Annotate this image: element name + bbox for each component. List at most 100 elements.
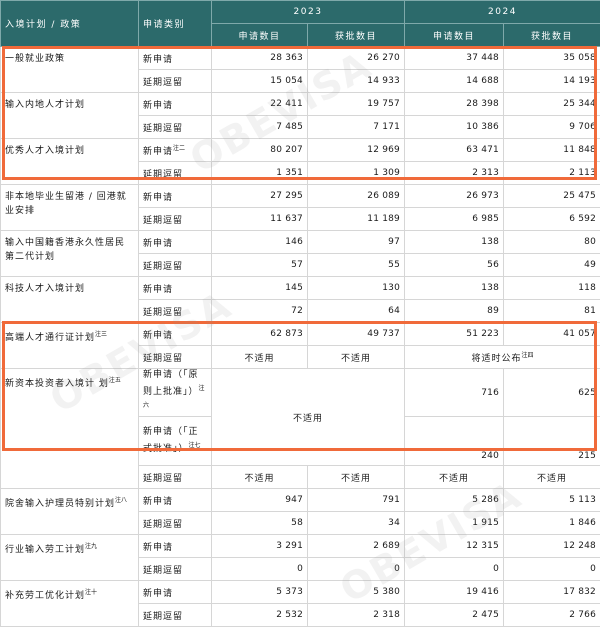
cell-value: 0 <box>307 557 405 581</box>
cell-to-be-announced: 将适时公布注四 <box>404 345 600 369</box>
cell-value: 35 058 <box>503 46 600 70</box>
application-type: 延期逗留 <box>138 161 212 185</box>
application-type: 延期逗留 <box>138 207 212 231</box>
cell-value: 2 318 <box>307 603 405 627</box>
cell-value: 25 475 <box>503 184 600 208</box>
cell-value: 6 592 <box>503 207 600 231</box>
scheme-label: 补充劳工优化计划 <box>5 591 86 601</box>
cell-value: 1 846 <box>503 511 600 535</box>
cell-not-applicable: 不适用 <box>211 465 308 489</box>
cell-value: 130 <box>307 276 405 300</box>
cell-value: 14 933 <box>307 69 405 93</box>
scheme-name: 优秀人才入境计划 <box>0 138 139 185</box>
cell-value: 34 <box>307 511 405 535</box>
cell-value: 80 207 <box>211 138 308 162</box>
footnote-ref: 注三 <box>95 331 108 338</box>
cell-not-applicable: 不适用 <box>211 345 308 369</box>
cell-value: 27 295 <box>211 184 308 208</box>
cell-value: 12 248 <box>503 534 600 558</box>
application-type: 新申请 <box>138 92 212 116</box>
statistics-table-container: 入境计划 / 政策 申请类别 2023 2024 申请数目 获批数目 申请数目 … <box>0 0 600 627</box>
cell-value: 49 737 <box>307 322 405 346</box>
cell-value: 63 471 <box>404 138 504 162</box>
cell-value: 19 416 <box>404 580 504 604</box>
table-row: 行业输入劳工计划注九 新申请 3 291 2 689 12 315 12 248 <box>0 534 600 581</box>
application-type: 新申请 <box>138 322 212 346</box>
cell-value: 80 <box>503 230 600 254</box>
scheme-name: 行业输入劳工计划注九 <box>0 534 139 581</box>
table-row: 输入中国籍香港永久性居民第二代计划 新申请 146 97 138 80 <box>0 230 600 277</box>
cell-value: 19 757 <box>307 92 405 116</box>
table-row: 输入内地人才计划 新申请 22 411 19 757 28 398 25 344 <box>0 92 600 139</box>
table-row: 新资本投资者入境计 划注五 新申请（「原则上批准」）注六 不适用 716 625 <box>0 368 600 489</box>
cell-value: 49 <box>503 253 600 277</box>
cell-value: 41 057 <box>503 322 600 346</box>
cell-value: 14 193 <box>503 69 600 93</box>
footnote-ref: 注二 <box>173 145 186 152</box>
header-year-2023: 2023 <box>211 0 405 24</box>
table-row: 优秀人才入境计划 新申请注二 80 207 12 969 63 471 11 8… <box>0 138 600 185</box>
type-label: 新申请（「正式批准」） <box>143 427 199 454</box>
cell-value: 5 286 <box>404 488 504 512</box>
visa-statistics-table: 入境计划 / 政策 申请类别 2023 2024 申请数目 获批数目 申请数目 … <box>0 0 600 627</box>
cell-value: 17 832 <box>503 580 600 604</box>
application-type: 新申请 <box>138 46 212 70</box>
cell-value: 6 985 <box>404 207 504 231</box>
table-row: 高端人才通行证计划注三 新申请 62 873 49 737 51 223 41 … <box>0 322 600 369</box>
cell-not-applicable: 不适用 <box>211 368 405 466</box>
application-type: 延期逗留 <box>138 603 212 627</box>
application-type: 延期逗留 <box>138 253 212 277</box>
application-type: 新申请注二 <box>138 138 212 162</box>
cell-value: 11 848 <box>503 138 600 162</box>
footnote-ref: 注五 <box>108 377 121 384</box>
application-type: 新申请（「原则上批准」）注六 <box>138 368 212 417</box>
cell-value: 62 873 <box>211 322 308 346</box>
cell-value: 58 <box>211 511 308 535</box>
cell-value: 26 973 <box>404 184 504 208</box>
cell-value: 55 <box>307 253 405 277</box>
table-row: 一般就业政策 新申请 28 363 26 270 37 448 35 058 <box>0 46 600 93</box>
cell-value: 57 <box>211 253 308 277</box>
cell-value: 138 <box>404 230 504 254</box>
scheme-name: 补充劳工优化计划注十 <box>0 580 139 627</box>
cell-value: 11 189 <box>307 207 405 231</box>
scheme-label: 高端人才通行证计划 <box>5 333 96 343</box>
cell-value: 15 054 <box>211 69 308 93</box>
cell-value: 12 969 <box>307 138 405 162</box>
cell-not-applicable: 不适用 <box>503 465 600 489</box>
scheme-name: 新资本投资者入境计 划注五 <box>0 368 139 489</box>
cell-value: 2 113 <box>503 161 600 185</box>
application-type: 延期逗留 <box>138 69 212 93</box>
application-type: 新申请 <box>138 488 212 512</box>
application-type: 延期逗留 <box>138 345 212 369</box>
header-type: 申请类别 <box>138 0 212 47</box>
cell-not-applicable: 不适用 <box>404 465 504 489</box>
cell-value: 2 313 <box>404 161 504 185</box>
tbd-label: 将适时公布 <box>471 354 522 364</box>
cell-value: 791 <box>307 488 405 512</box>
cell-value: 51 223 <box>404 322 504 346</box>
cell-value: 5 113 <box>503 488 600 512</box>
cell-value: 2 766 <box>503 603 600 627</box>
table-row: 科技人才入境计划 新申请 145 130 138 118 <box>0 276 600 323</box>
cell-value: 5 380 <box>307 580 405 604</box>
scheme-label: 新资本投资者入境计 划 <box>5 379 109 389</box>
cell-value: 2 475 <box>404 603 504 627</box>
footnote-ref: 注七 <box>188 442 201 449</box>
cell-value: 97 <box>307 230 405 254</box>
cell-value: 0 <box>404 557 504 581</box>
cell-value: 28 363 <box>211 46 308 70</box>
cell-value: 89 <box>404 299 504 323</box>
scheme-name: 输入中国籍香港永久性居民第二代计划 <box>0 230 139 277</box>
header-approved-2023: 获批数目 <box>307 23 405 47</box>
scheme-name: 高端人才通行证计划注三 <box>0 322 139 369</box>
scheme-name: 科技人才入境计划 <box>0 276 139 323</box>
cell-value: 240 <box>404 416 504 466</box>
application-type: 延期逗留 <box>138 465 212 489</box>
cell-value: 1 915 <box>404 511 504 535</box>
table-row: 非本地毕业生留港 / 回港就业安排 新申请 27 295 26 089 26 9… <box>0 184 600 231</box>
cell-value: 3 291 <box>211 534 308 558</box>
cell-value: 7 485 <box>211 115 308 139</box>
application-type: 新申请 <box>138 534 212 558</box>
cell-value: 25 344 <box>503 92 600 116</box>
